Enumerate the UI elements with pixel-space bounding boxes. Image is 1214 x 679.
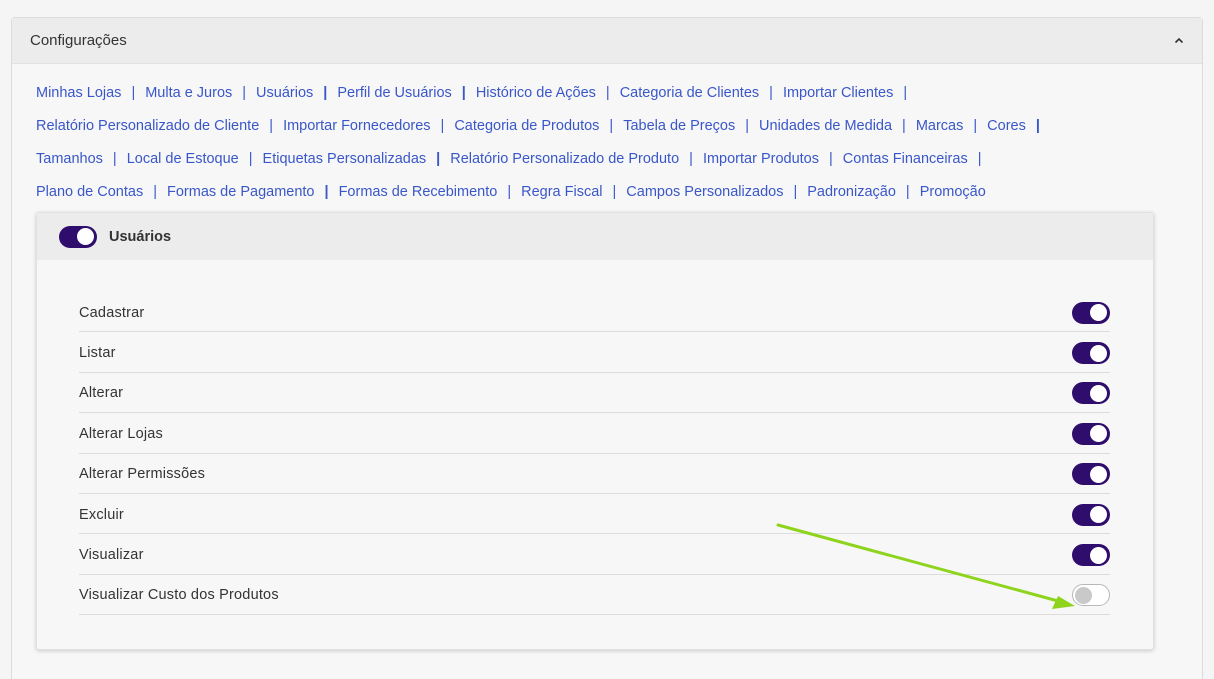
permission-label: Listar [79, 345, 116, 362]
settings-link[interactable]: Local de Estoque [127, 151, 239, 167]
permission-toggle[interactable] [1072, 544, 1110, 567]
settings-link[interactable]: Regra Fiscal [521, 184, 602, 200]
settings-link[interactable]: Relatório Personalizado de Cliente [36, 118, 259, 134]
link-separator: | [242, 84, 247, 101]
link-separator: | [153, 183, 157, 200]
toggle-knob [1090, 344, 1107, 362]
toggle-knob [1090, 506, 1107, 524]
toggle-knob [1090, 384, 1107, 402]
permission-label: Alterar Lojas [79, 425, 163, 442]
permission-row: Excluir [79, 494, 1110, 535]
settings-link[interactable]: Cores [987, 118, 1026, 134]
settings-link[interactable]: Categoria de Clientes [620, 85, 759, 101]
settings-link[interactable]: Perfil de Usuários [337, 85, 451, 101]
settings-link[interactable]: Tamanhos [36, 151, 103, 167]
permission-row: Cadastrar [79, 292, 1110, 333]
link-separator: | [769, 84, 773, 101]
link-separator: | [461, 84, 466, 101]
toggle-knob [1075, 586, 1092, 604]
users-section-title: Usuários [109, 228, 172, 245]
link-separator: | [323, 84, 328, 101]
link-separator: | [436, 150, 441, 167]
permission-toggle[interactable] [1072, 584, 1110, 607]
settings-link[interactable]: Etiquetas Personalizadas [263, 151, 427, 167]
link-separator: | [324, 183, 329, 200]
settings-link[interactable]: Unidades de Medida [759, 118, 892, 134]
permission-label: Alterar [79, 385, 124, 402]
users-permissions-header: Usuários [37, 213, 1153, 260]
permission-row: Alterar [79, 373, 1110, 414]
permission-row: Visualizar [79, 534, 1110, 575]
settings-link[interactable]: Marcas [916, 118, 964, 134]
link-separator: | [689, 150, 693, 167]
link-separator: | [131, 84, 136, 101]
settings-link[interactable]: Minhas Lojas [36, 85, 121, 101]
toggle-knob [1090, 546, 1107, 564]
link-separator: | [903, 84, 908, 101]
permission-label: Visualizar Custo dos Produtos [79, 587, 279, 604]
permission-label: Cadastrar [79, 304, 145, 321]
settings-link[interactable]: Formas de Recebimento [339, 184, 498, 200]
permission-toggle[interactable] [1072, 463, 1110, 486]
settings-link[interactable]: Importar Produtos [703, 151, 819, 167]
settings-links-nav: Minhas Lojas | Multa e Juros | Usuários | Perf… [36, 76, 1176, 208]
settings-link[interactable]: Multa e Juros [145, 85, 232, 101]
settings-link[interactable]: Importar Fornecedores [283, 118, 430, 134]
settings-panel-header[interactable]: Configurações [12, 18, 1202, 64]
link-separator: | [902, 117, 906, 134]
link-separator: | [793, 183, 798, 200]
settings-link[interactable]: Padronização [807, 184, 896, 200]
toggle-knob [1090, 304, 1107, 322]
settings-link[interactable]: Relatório Personalizado de Produto [450, 151, 679, 167]
link-separator: | [507, 183, 512, 200]
toggle-knob [77, 228, 94, 245]
permission-toggle[interactable] [1072, 503, 1110, 526]
chevron-up-icon[interactable] [1174, 36, 1184, 46]
permission-label: Visualizar [79, 547, 144, 564]
settings-link[interactable]: Usuários [256, 85, 313, 101]
toggle-knob [1090, 425, 1107, 443]
permission-row: Visualizar Custo dos Produtos [79, 575, 1110, 616]
link-separator: | [745, 117, 750, 134]
settings-link[interactable]: Histórico de Ações [476, 85, 596, 101]
link-separator: | [605, 84, 610, 101]
permission-toggle[interactable] [1072, 422, 1110, 445]
settings-link[interactable]: Categoria de Produtos [454, 118, 599, 134]
settings-link[interactable]: Formas de Pagamento [167, 184, 315, 200]
settings-links-row: Tamanhos | Local de Estoque | Etiquetas Pers… [36, 142, 1176, 175]
users-section-toggle[interactable] [59, 225, 97, 248]
link-separator: | [609, 117, 614, 134]
link-separator: | [905, 183, 910, 200]
settings-link[interactable]: Contas Financeiras [843, 151, 968, 167]
link-separator: | [829, 150, 833, 167]
permission-label: Alterar Permissões [79, 466, 206, 483]
link-separator: | [112, 150, 117, 167]
link-separator: | [612, 183, 617, 200]
settings-link[interactable]: Promoção [920, 184, 986, 200]
permission-toggle[interactable] [1072, 301, 1110, 324]
permission-row: Alterar Permissões [79, 454, 1110, 494]
toggle-knob [1090, 465, 1107, 483]
users-permissions-card: Usuários Cadastrar Listar Alterar Alterar L… [36, 212, 1154, 650]
permission-label: Excluir [79, 506, 124, 523]
settings-link[interactable]: Plano de Contas [36, 184, 143, 200]
permission-toggle[interactable] [1072, 382, 1110, 405]
link-separator: | [269, 117, 274, 134]
link-separator: | [1035, 117, 1040, 134]
permission-row: Listar [79, 332, 1110, 373]
settings-link[interactable]: Tabela de Preços [623, 118, 735, 134]
settings-link[interactable]: Importar Clientes [783, 85, 893, 101]
link-separator: | [248, 150, 253, 167]
permission-row: Alterar Lojas [79, 413, 1110, 454]
settings-panel-title: Configurações [30, 32, 127, 49]
permission-toggle[interactable] [1072, 342, 1110, 365]
settings-links-row: Minhas Lojas | Multa e Juros | Usuários | Perf… [36, 76, 1176, 109]
settings-links-row: Plano de Contas | Formas de Pagamento | Form… [36, 175, 1176, 208]
link-separator: | [973, 117, 978, 134]
settings-link[interactable]: Campos Personalizados [626, 184, 783, 200]
permissions-list: Cadastrar Listar Alterar Alterar Lojas Alter… [79, 292, 1110, 616]
settings-links-row: Relatório Personalizado de Cliente | Impor… [36, 109, 1176, 142]
link-separator: | [440, 117, 445, 134]
link-separator: | [977, 150, 982, 167]
